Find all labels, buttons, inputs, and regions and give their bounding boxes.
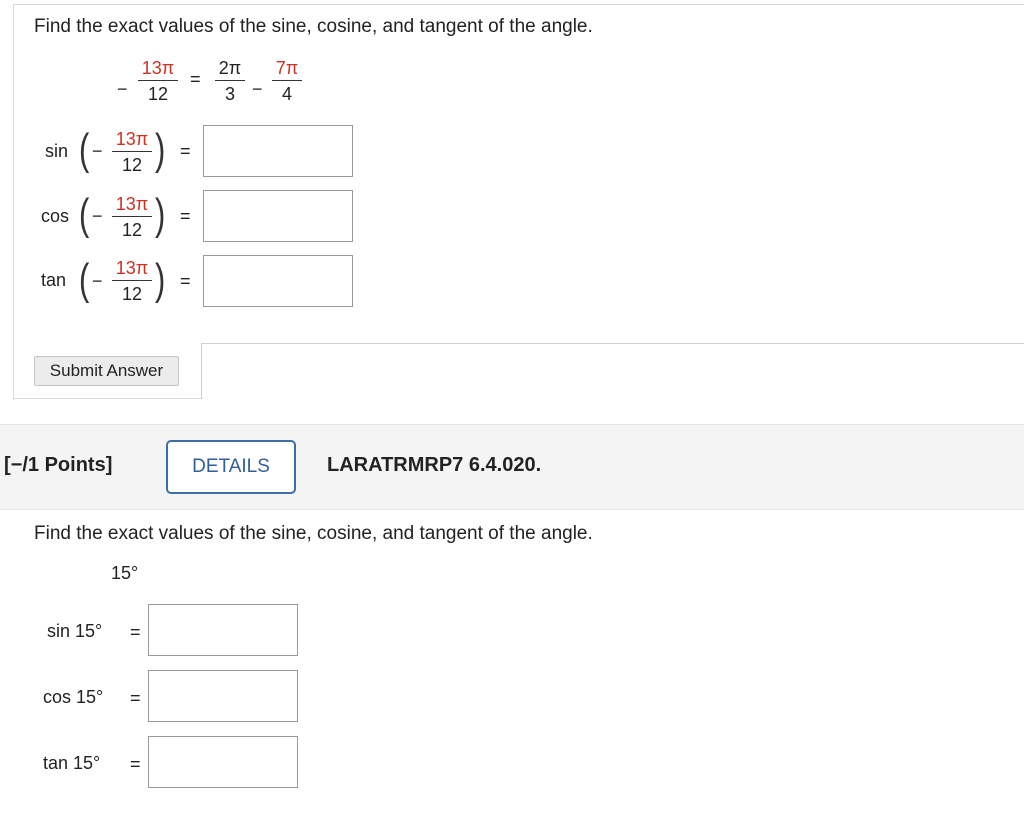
identity-lhs-fraction: 13π 12 [138, 57, 178, 105]
function-label-cos: cos [41, 206, 70, 226]
divider [13, 398, 203, 399]
fraction-bar [215, 80, 245, 81]
equals-sign: = [130, 622, 141, 642]
right-paren: ) [155, 255, 166, 304]
angle-fraction: 13π 12 [112, 128, 152, 176]
fraction-numerator: 13π [141, 58, 175, 78]
negative-sign: − [92, 141, 103, 161]
question-2-prompt: Find the exact values of the sine, cosin… [34, 523, 593, 544]
equals-sign: = [130, 754, 141, 774]
points-label: [−/1 Points] [4, 454, 113, 476]
fraction-numerator: 7π [275, 58, 299, 78]
fraction-denominator: 12 [121, 284, 143, 304]
fraction-denominator: 12 [121, 220, 143, 240]
fraction-bar [112, 280, 152, 281]
angle-value: 15° [111, 563, 139, 583]
fraction-denominator: 3 [224, 84, 235, 104]
sin-answer-input[interactable] [203, 125, 353, 177]
divider [201, 343, 1024, 344]
question-1-prompt: Find the exact values of the sine, cosin… [34, 16, 593, 37]
negative-sign: − [92, 271, 103, 291]
negative-sign: − [92, 206, 103, 226]
angle-fraction: 13π 12 [112, 257, 152, 305]
right-paren: ) [155, 125, 166, 174]
equals-sign: = [130, 688, 141, 708]
identity-term2-fraction: 7π 4 [272, 57, 302, 105]
fraction-denominator: 12 [121, 155, 143, 175]
fraction-numerator: 2π [218, 58, 242, 78]
minus-sign: − [252, 79, 263, 99]
details-button[interactable]: DETAILS [166, 440, 296, 494]
equals-sign: = [180, 206, 191, 226]
fraction-denominator: 12 [147, 84, 169, 104]
equals-sign: = [180, 141, 191, 161]
tan-answer-input[interactable] [203, 255, 353, 307]
fraction-numerator: 13π [115, 258, 149, 278]
equals-sign: = [190, 69, 201, 89]
identity-term1-fraction: 2π 3 [215, 57, 245, 105]
function-label-cos-15: cos 15° [43, 687, 104, 707]
cos-answer-input[interactable] [203, 190, 353, 242]
fraction-bar [112, 216, 152, 217]
function-label-tan: tan [41, 270, 67, 290]
fraction-bar [272, 80, 302, 81]
equals-sign: = [180, 271, 191, 291]
fraction-bar [138, 80, 178, 81]
fraction-denominator: 4 [281, 84, 292, 104]
sin-15-answer-input[interactable] [148, 604, 298, 656]
tan-15-answer-input[interactable] [148, 736, 298, 788]
submit-answer-button[interactable]: Submit Answer [34, 356, 179, 386]
negative-sign: − [117, 79, 128, 99]
cos-15-answer-input[interactable] [148, 670, 298, 722]
angle-fraction: 13π 12 [112, 193, 152, 241]
left-paren: ( [79, 190, 90, 239]
question-id: LARATRMRP7 6.4.020. [327, 454, 542, 476]
left-paren: ( [79, 125, 90, 174]
fraction-numerator: 13π [115, 129, 149, 149]
fraction-bar [112, 151, 152, 152]
function-label-tan-15: tan 15° [43, 753, 101, 773]
function-label-sin: sin [45, 141, 69, 161]
fraction-numerator: 13π [115, 194, 149, 214]
function-label-sin-15: sin 15° [47, 621, 103, 641]
divider [201, 343, 202, 399]
right-paren: ) [155, 190, 166, 239]
left-paren: ( [79, 255, 90, 304]
